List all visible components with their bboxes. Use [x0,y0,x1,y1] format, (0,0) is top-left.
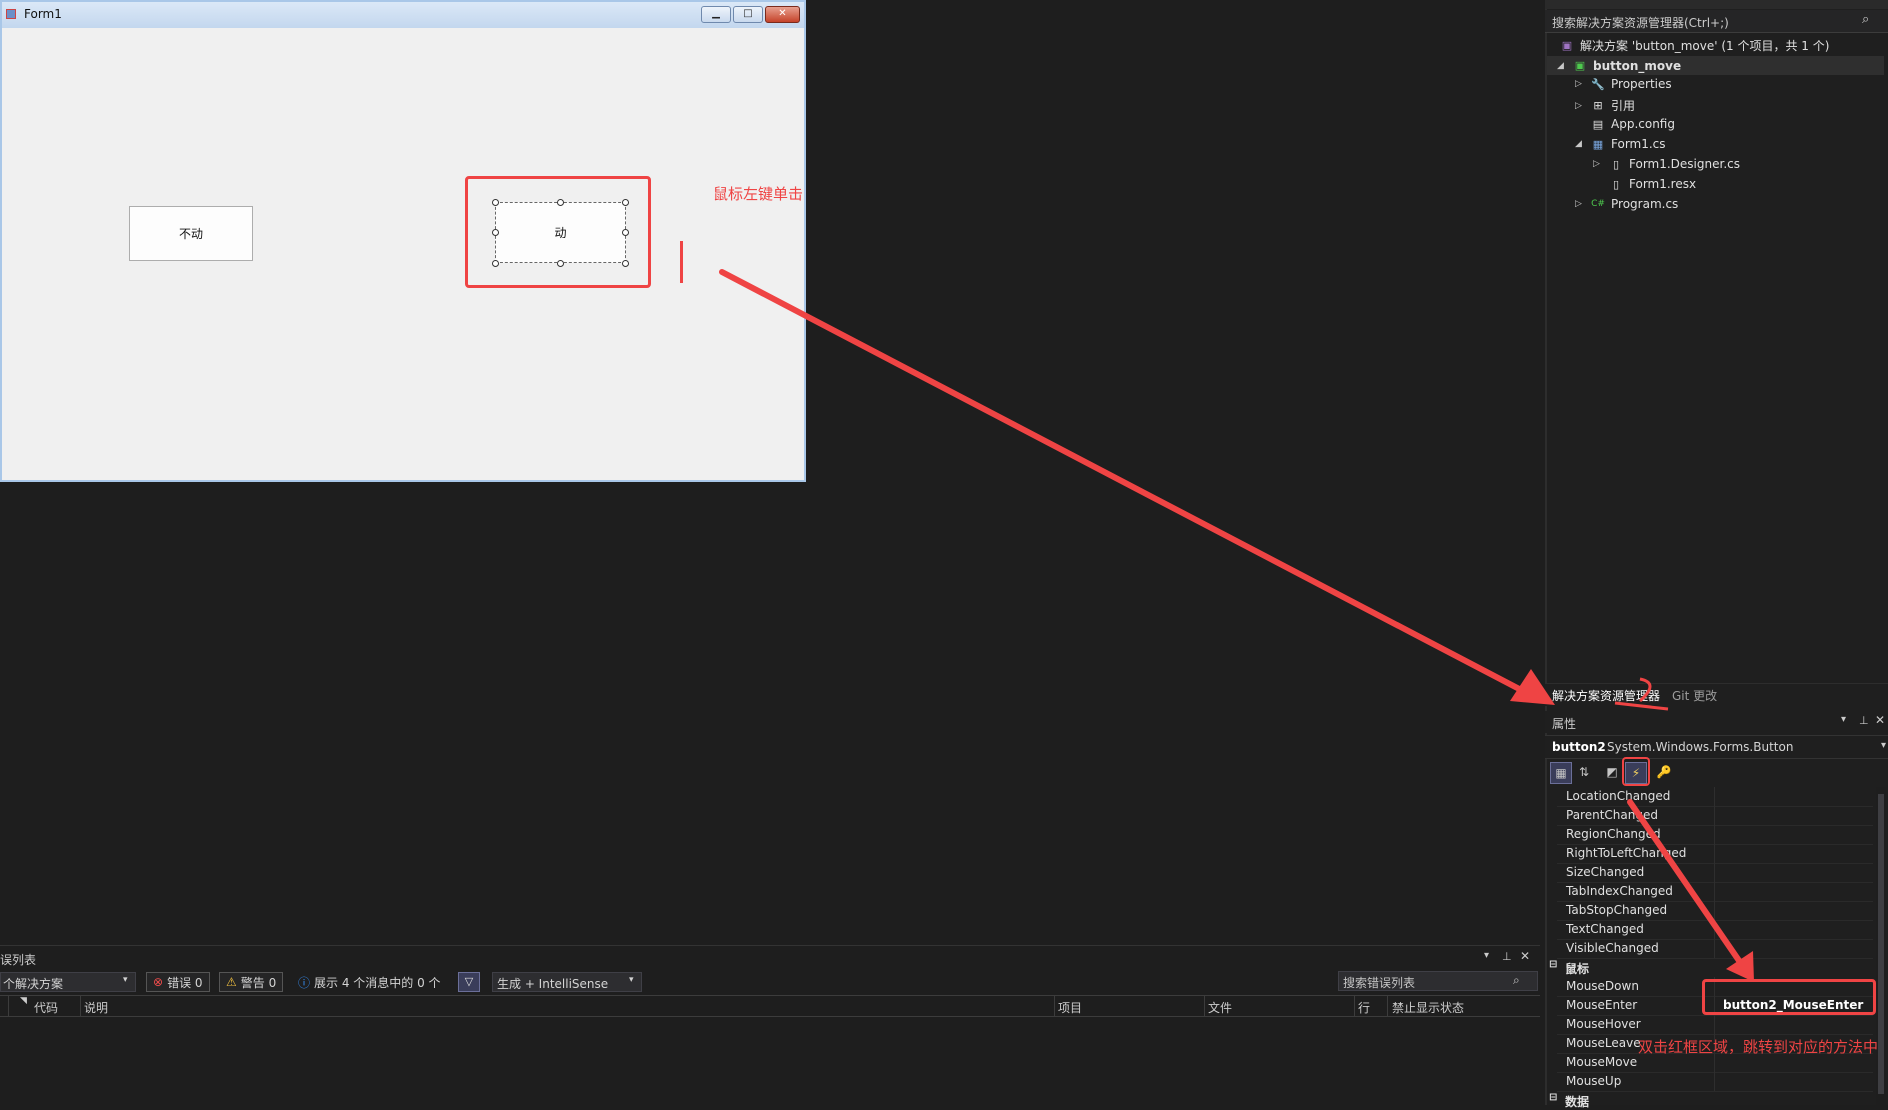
annotation-scribble [1638,677,1652,703]
annotation-arrows [719,269,1754,982]
annotation-underline [1614,701,1669,711]
arrow-to-handler [1627,799,1745,968]
arrow-to-solution-explorer [719,269,1528,695]
arrow-head-handler [1726,951,1754,982]
